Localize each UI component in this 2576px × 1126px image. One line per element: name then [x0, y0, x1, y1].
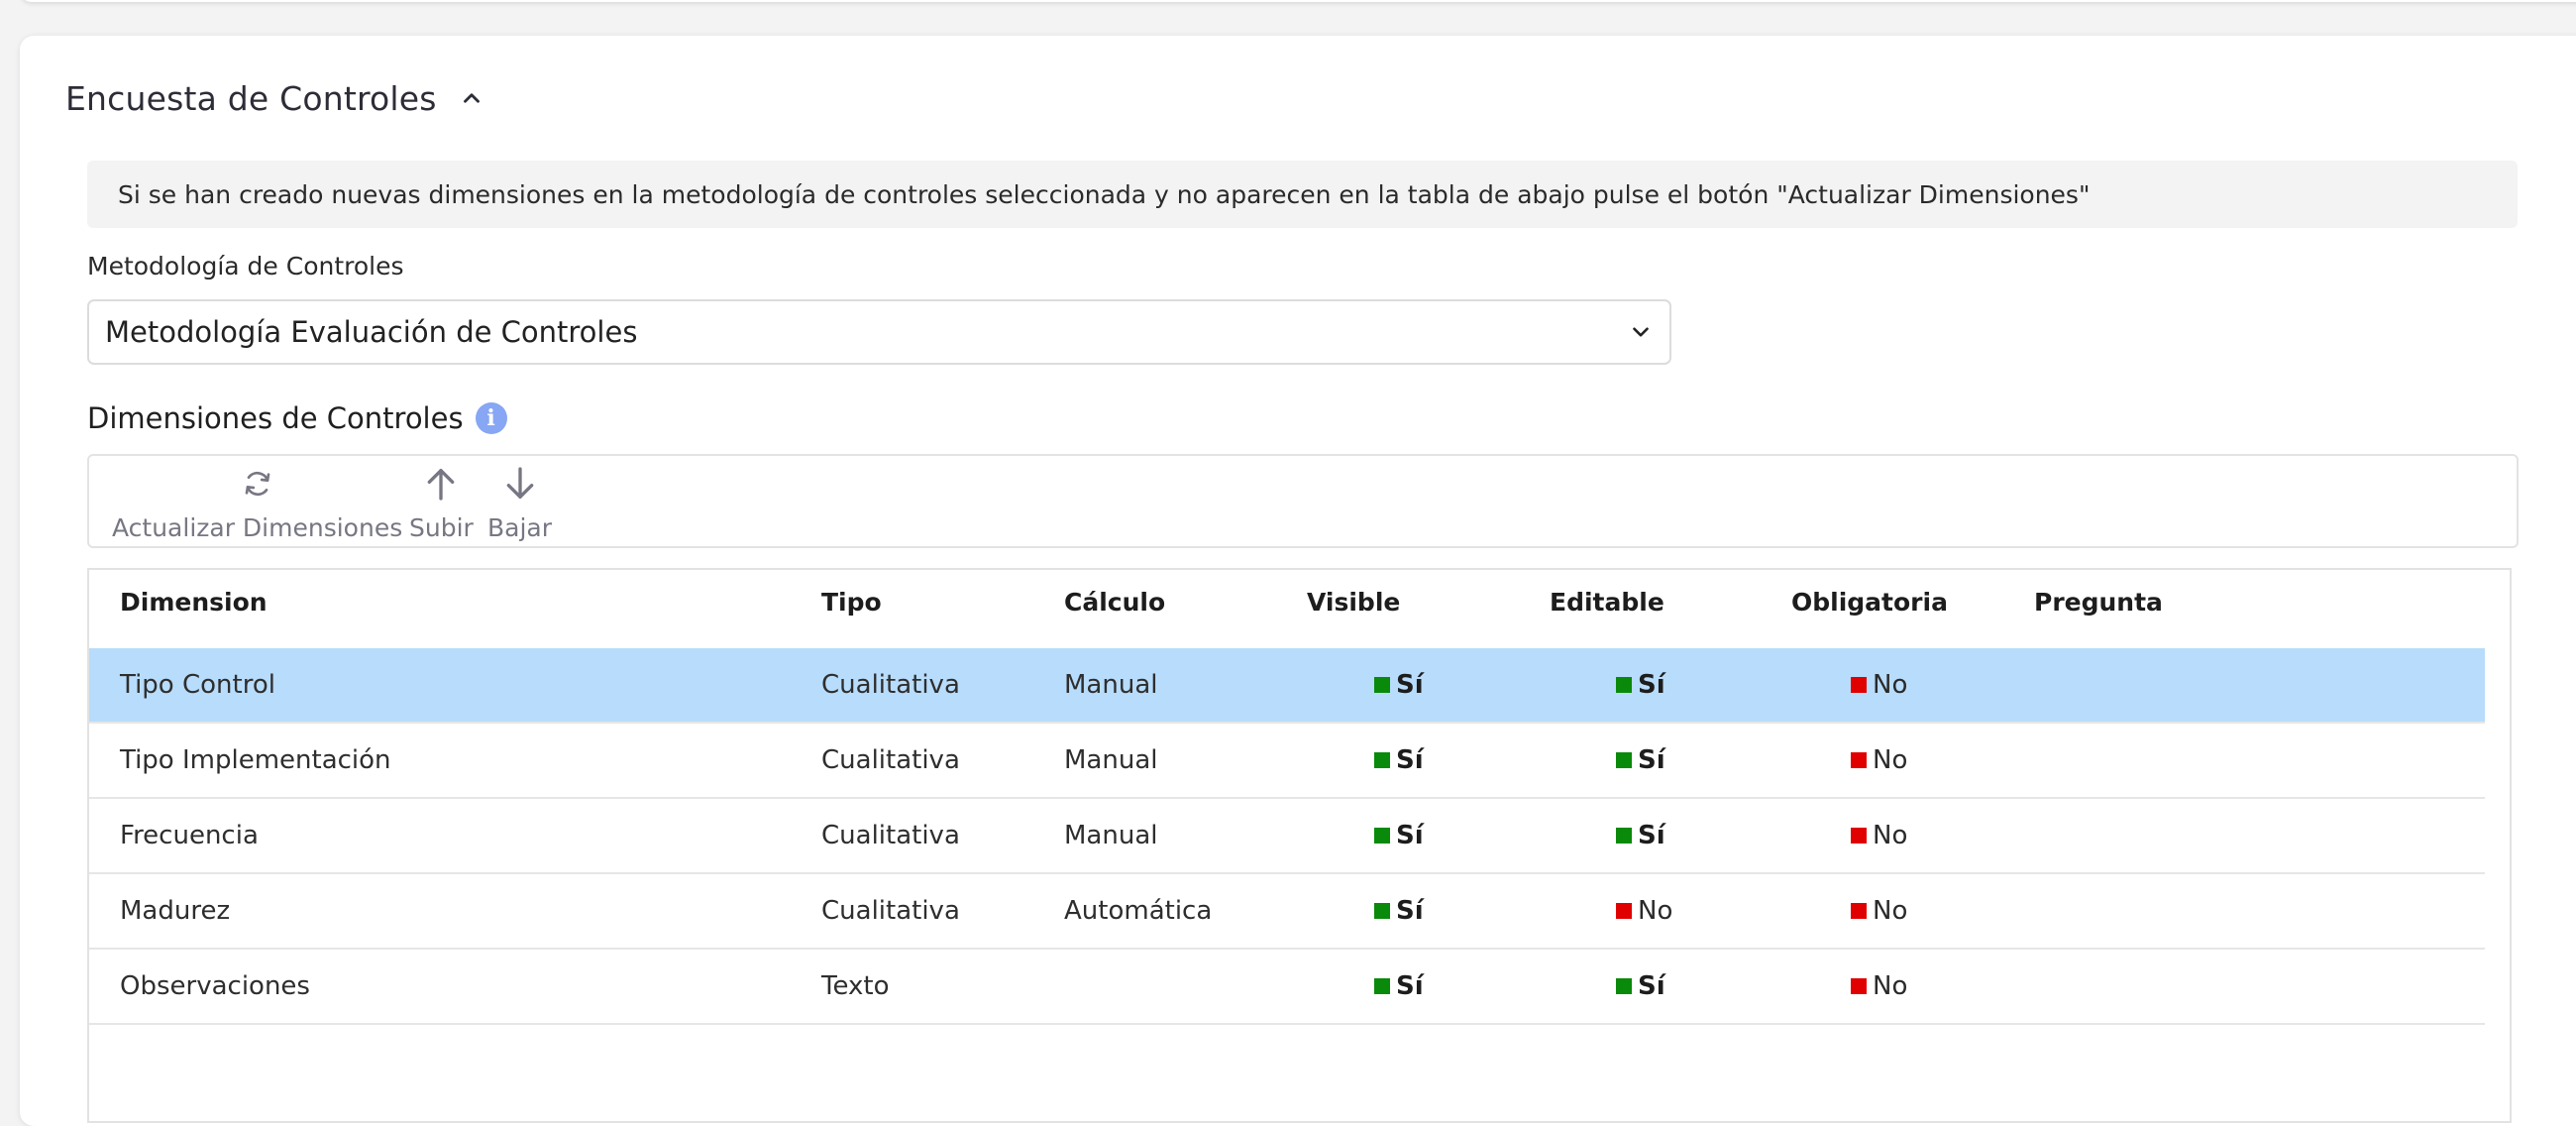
- status-no-icon: [1851, 677, 1867, 693]
- status-yes-icon: [1374, 677, 1390, 693]
- column-header-visible[interactable]: Visible: [1307, 588, 1400, 617]
- column-header-obligatoria[interactable]: Obligatoria: [1791, 588, 1948, 617]
- refresh-icon: [245, 471, 269, 497]
- cell-visible: Sí: [1374, 745, 1424, 775]
- status-label: No: [1873, 670, 1908, 700]
- cell-obligatoria: No: [1851, 896, 1907, 926]
- status-no-icon: [1851, 828, 1867, 844]
- cell-obligatoria: No: [1851, 745, 1907, 775]
- cell-visible: Sí: [1374, 670, 1424, 700]
- dimensions-title: Dimensiones de Controles: [87, 401, 464, 435]
- refresh-dimensions-label: Actualizar Dimensiones: [112, 513, 403, 542]
- move-down-label: Bajar: [487, 513, 553, 542]
- info-banner: Si se han creado nuevas dimensiones en l…: [87, 161, 2518, 228]
- move-up-label: Subir: [409, 513, 474, 542]
- status-yes-icon: [1374, 828, 1390, 844]
- status-label: No: [1873, 971, 1908, 1001]
- refresh-dimensions-button[interactable]: Actualizar Dimensiones: [112, 464, 402, 542]
- empty-row: [89, 1025, 2485, 1065]
- column-header-tipo[interactable]: Tipo: [821, 588, 882, 617]
- cell-visible: Sí: [1374, 971, 1424, 1001]
- cell-tipo: Cualitativa: [821, 745, 960, 775]
- cell-tipo: Cualitativa: [821, 670, 960, 700]
- status-yes-icon: [1374, 903, 1390, 919]
- cell-obligatoria: No: [1851, 971, 1907, 1001]
- cell-dimension: Madurez: [120, 896, 231, 926]
- move-down-button[interactable]: Bajar: [487, 464, 552, 542]
- status-label: No: [1873, 896, 1908, 926]
- status-label: No: [1873, 745, 1908, 775]
- info-banner-text: Si se han creado nuevas dimensiones en l…: [118, 179, 2091, 209]
- arrow-up-icon: [428, 469, 455, 501]
- status-label: Sí: [1396, 971, 1424, 1001]
- cell-dimension: Tipo Control: [120, 670, 275, 700]
- section-title: Encuesta de Controles: [65, 78, 437, 118]
- cell-calculo: Automática: [1064, 896, 1213, 926]
- status-no-icon: [1851, 978, 1867, 994]
- status-yes-icon: [1374, 752, 1390, 768]
- dimensions-toolbar: Actualizar Dimensiones Subir Bajar: [87, 454, 2519, 548]
- status-yes-icon: [1616, 978, 1632, 994]
- previous-card: [20, 0, 2576, 2]
- cell-visible: Sí: [1374, 821, 1424, 850]
- table-row[interactable]: Frecuencia Cualitativa Manual Sí Sí No: [89, 799, 2485, 874]
- cell-tipo: Cualitativa: [821, 896, 960, 926]
- status-label: Sí: [1638, 745, 1665, 775]
- cell-editable: Sí: [1616, 745, 1665, 775]
- column-header-pregunta[interactable]: Pregunta: [2034, 588, 2163, 617]
- cell-editable: Sí: [1616, 821, 1665, 850]
- info-icon[interactable]: i: [475, 402, 507, 434]
- status-label: Sí: [1638, 670, 1665, 700]
- table-row[interactable]: Tipo Implementación Cualitativa Manual Sí Sí…: [89, 724, 2485, 799]
- table-row[interactable]: Madurez Cualitativa Automática Sí No No: [89, 874, 2485, 950]
- cell-calculo: Manual: [1064, 670, 1158, 700]
- status-label: No: [1638, 896, 1673, 926]
- cell-calculo: Manual: [1064, 745, 1158, 775]
- cell-tipo: Cualitativa: [821, 821, 960, 850]
- status-label: Sí: [1638, 821, 1665, 850]
- section-header[interactable]: Encuesta de Controles: [65, 73, 484, 123]
- cell-obligatoria: No: [1851, 821, 1907, 850]
- cell-editable: No: [1616, 896, 1672, 926]
- move-up-button[interactable]: Subir: [409, 464, 474, 542]
- status-label: Sí: [1396, 821, 1424, 850]
- table-row[interactable]: Observaciones Texto Sí Sí No: [89, 950, 2485, 1025]
- status-yes-icon: [1616, 752, 1632, 768]
- status-no-icon: [1851, 903, 1867, 919]
- cell-obligatoria: No: [1851, 670, 1907, 700]
- table-row[interactable]: Tipo Control Cualitativa Manual Sí Sí No: [89, 648, 2485, 724]
- status-yes-icon: [1616, 677, 1632, 693]
- cell-tipo: Texto: [821, 971, 890, 1001]
- cell-visible: Sí: [1374, 896, 1424, 926]
- table-header: Dimension Tipo Cálculo Visible Editable …: [89, 570, 2485, 650]
- status-no-icon: [1851, 752, 1867, 768]
- status-label: Sí: [1396, 670, 1424, 700]
- dimensions-table: Dimension Tipo Cálculo Visible Editable …: [87, 568, 2512, 1123]
- cell-editable: Sí: [1616, 971, 1665, 1001]
- methodology-select-value: Metodología Evaluación de Controles: [105, 315, 638, 349]
- status-yes-icon: [1374, 978, 1390, 994]
- column-header-calculo[interactable]: Cálculo: [1064, 588, 1165, 617]
- column-header-editable[interactable]: Editable: [1550, 588, 1664, 617]
- status-label: Sí: [1396, 745, 1424, 775]
- chevron-down-icon: [1633, 327, 1649, 337]
- cell-editable: Sí: [1616, 670, 1665, 700]
- dimensions-header: Dimensiones de Controles i: [87, 401, 507, 435]
- status-label: Sí: [1638, 971, 1665, 1001]
- cell-dimension: Observaciones: [120, 971, 310, 1001]
- column-header-dimension[interactable]: Dimension: [120, 588, 268, 617]
- arrow-down-icon: [506, 467, 533, 499]
- chevron-up-icon[interactable]: [459, 85, 484, 111]
- methodology-select[interactable]: Metodología Evaluación de Controles: [87, 299, 1671, 365]
- cell-calculo: Manual: [1064, 821, 1158, 850]
- status-label: No: [1873, 821, 1908, 850]
- status-yes-icon: [1616, 828, 1632, 844]
- methodology-label: Metodología de Controles: [87, 252, 404, 281]
- cell-dimension: Frecuencia: [120, 821, 259, 850]
- cell-dimension: Tipo Implementación: [120, 745, 391, 775]
- status-label: Sí: [1396, 896, 1424, 926]
- status-no-icon: [1616, 903, 1632, 919]
